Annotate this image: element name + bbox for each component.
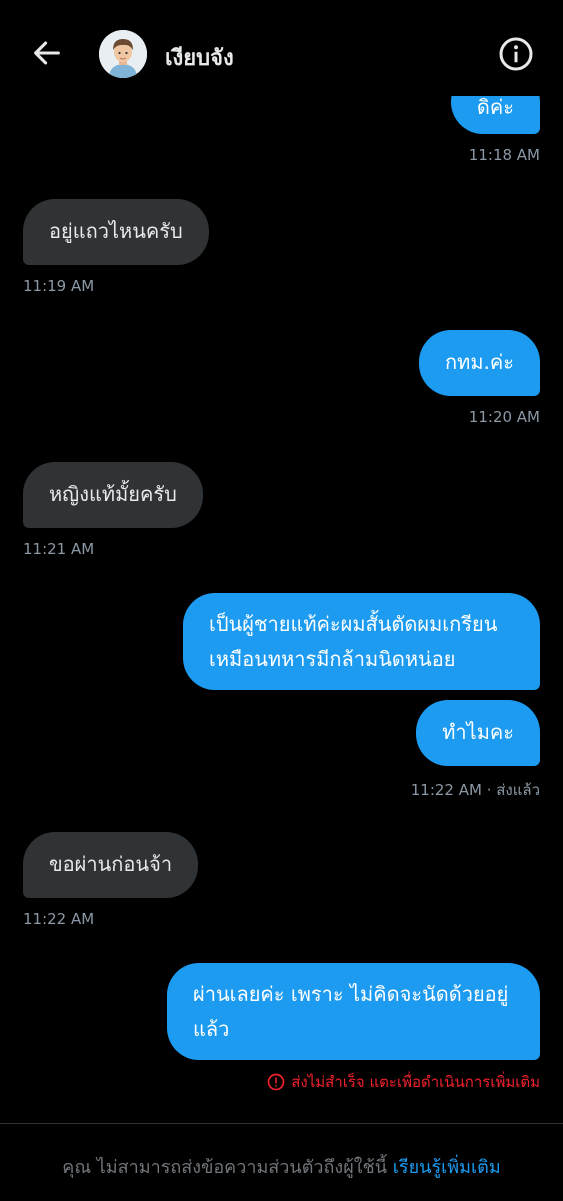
message-text-line: ผ่านเลยค่ะ เพราะ ไม่คิดจะนัดด้วยอยู่ [193, 982, 509, 1006]
message-text-line: แล้ว [193, 1017, 230, 1041]
dm-restricted-footer: คุณ ไม่สามารถส่งข้อความส่วนตัวถึงผู้ใช้น… [0, 1123, 563, 1201]
message-text: หญิงแท้มั้ยครับ [49, 482, 177, 506]
message-outgoing-failed[interactable]: ผ่านเลยค่ะ เพราะ ไม่คิดจะนัดด้วยอยู่ แล้… [167, 963, 540, 1060]
message-timestamp: 11:21 AM [23, 540, 95, 558]
message-incoming[interactable]: ขอผ่านก่อนจ้า [23, 832, 199, 898]
message-outgoing[interactable]: เป็นผู้ชายแท้ค่ะผมสั้นตัดผมเกรียน เหมือน… [183, 593, 540, 690]
message-outgoing[interactable]: กทม.ค่ะ [419, 330, 540, 396]
message-text: ขอผ่านก่อนจ้า [49, 852, 173, 876]
avatar[interactable] [99, 30, 147, 78]
message-incoming[interactable]: หญิงแท้มั้ยครับ [23, 462, 203, 528]
send-failed-text: ส่งไม่สำเร็จ แตะเพื่อดำเนินการเพิ่มเติม [291, 1073, 540, 1091]
message-text: ดิค่ะ [476, 95, 514, 119]
message-timestamp: 11:18 AM [468, 146, 540, 164]
message-timestamp: 11:22 AM [23, 910, 95, 928]
message-timestamp: 11:20 AM [468, 408, 540, 426]
message-text-line: เป็นผู้ชายแท้ค่ะผมสั้นตัดผมเกรียน [209, 612, 498, 636]
message-timestamp: 11:19 AM [23, 277, 95, 295]
send-failed-notice[interactable]: ส่งไม่สำเร็จ แตะเพื่อดำเนินการเพิ่มเติม [267, 1070, 540, 1094]
message-text: อยู่แถวไหนครับ [49, 219, 183, 243]
chat-header: เงียบจัง [0, 0, 563, 96]
dm-restricted-message: คุณ ไม่สามารถส่งข้อความส่วนตัวถึงผู้ใช้น… [0, 1152, 563, 1181]
avatar-image [99, 30, 147, 78]
restriction-text: คุณ ไม่สามารถส่งข้อความส่วนตัวถึงผู้ใช้น… [62, 1157, 388, 1178]
message-incoming[interactable]: อยู่แถวไหนครับ [23, 199, 209, 265]
info-icon[interactable] [498, 36, 534, 72]
message-text: ทำไมคะ [442, 720, 514, 744]
message-outgoing[interactable]: ทำไมคะ [416, 700, 540, 766]
back-arrow-icon[interactable] [30, 36, 64, 70]
message-text-line: เหมือนทหารมีกล้ามนิดหน่อย [209, 647, 456, 671]
error-icon [267, 1073, 285, 1091]
contact-name[interactable]: เงียบจัง [165, 40, 234, 75]
message-timestamp: 11:22 AM · ส่งแล้ว [410, 781, 540, 799]
learn-more-link[interactable]: เรียนรู้เพิ่มเติม [393, 1157, 501, 1178]
message-text: กทม.ค่ะ [445, 350, 514, 374]
conversation: ดิค่ะ 11:18 AM อยู่แถวไหนครับ 11:19 AM ก… [0, 0, 563, 1120]
